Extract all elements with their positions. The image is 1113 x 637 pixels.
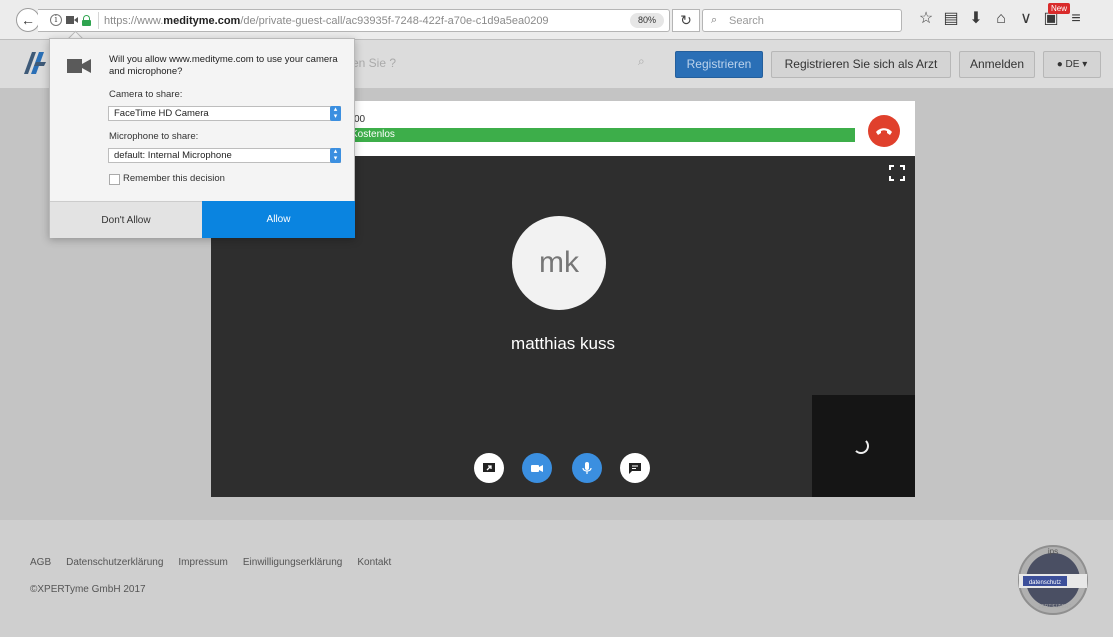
url-text[interactable]: https://www.medityme.com/de/private-gues… [104, 15, 549, 27]
microphone-icon [582, 462, 592, 474]
call-plan-bar: Kostenlos [343, 128, 855, 142]
url-bar[interactable]: i https://www.medityme.com/de/private-gu… [38, 9, 670, 32]
camera-permission-icon[interactable] [66, 16, 78, 24]
login-button[interactable]: Anmelden [959, 51, 1035, 78]
self-view [812, 395, 915, 497]
search-icon: ⌕ [711, 14, 718, 26]
dont-allow-button[interactable]: Don't Allow [50, 201, 202, 238]
footer-links: AGB Datenschutzerklärung Impressum Einwi… [30, 557, 391, 568]
camera-select-value: FaceTime HD Camera [114, 108, 209, 119]
footer: AGB Datenschutzerklärung Impressum Einwi… [0, 520, 1113, 637]
select-arrows-icon: ▴ ▾ [330, 106, 341, 121]
menu-icon[interactable]: ≡ [1068, 10, 1084, 28]
reading-list-icon[interactable]: ▤ [943, 10, 959, 28]
info-icon[interactable]: i [50, 14, 62, 26]
lock-icon[interactable] [82, 14, 91, 26]
register-button[interactable]: Registrieren [675, 51, 763, 78]
search-bar[interactable]: ⌕ Search [702, 9, 902, 32]
camera-select[interactable]: FaceTime HD Camera ▴ ▾ [108, 106, 341, 121]
hangup-button[interactable] [868, 115, 900, 147]
footer-link-imprint[interactable]: Impressum [178, 557, 227, 568]
mic-select-value: default: Internal Microphone [114, 150, 232, 161]
language-selector[interactable]: ● DE ▾ [1043, 51, 1101, 78]
permission-dialog: Will you allow www.medityme.com to use y… [49, 38, 355, 238]
search-placeholder: Search [729, 15, 764, 27]
url-separator [98, 12, 99, 29]
camera-icon [67, 59, 91, 73]
browser-toolbar: ← i https://www.medityme.com/de/private-… [0, 0, 1113, 40]
fullscreen-icon[interactable] [889, 165, 905, 181]
allow-button[interactable]: Allow [202, 201, 355, 238]
caller-name: matthias kuss [511, 334, 615, 353]
video-camera-icon [531, 465, 543, 472]
footer-link-agb[interactable]: AGB [30, 557, 51, 568]
site-identity[interactable]: i [50, 14, 91, 26]
chat-icon [629, 463, 641, 474]
privacy-seal-icon[interactable]: ips datenschutz ZERTIFIZIERT [1017, 542, 1089, 618]
camera-toggle-button[interactable] [522, 453, 552, 483]
phone-hangup-icon [876, 128, 892, 135]
reload-icon: ↻ [680, 12, 692, 28]
caller-avatar: mk [512, 216, 606, 310]
back-arrow-icon: ← [21, 12, 35, 28]
logo-icon[interactable] [22, 48, 48, 76]
footer-link-contact[interactable]: Kontakt [357, 557, 391, 568]
seal-bottom-text: ZERTIFIZIERT [1038, 604, 1071, 610]
reload-button[interactable]: ↻ [672, 9, 700, 32]
pocket-icon[interactable]: ∨ [1018, 10, 1034, 28]
remember-checkbox[interactable] [109, 174, 120, 185]
camera-select-label: Camera to share: [109, 89, 183, 100]
loading-spinner-icon [853, 438, 869, 454]
new-badge: New [1048, 3, 1071, 14]
seal-band-text: datenschutz [1029, 580, 1061, 586]
register-doctor-button[interactable]: Registrieren Sie sich als Arzt [771, 51, 951, 78]
mic-select-label: Microphone to share: [109, 131, 199, 142]
footer-link-consent[interactable]: Einwilligungserklärung [243, 557, 343, 568]
chat-button[interactable] [620, 453, 650, 483]
microphone-select[interactable]: default: Internal Microphone ▴ ▾ [108, 148, 341, 163]
remember-label[interactable]: Remember this decision [123, 173, 225, 184]
back-button[interactable]: ← [16, 8, 40, 32]
home-icon[interactable]: ⌂ [993, 10, 1009, 28]
site-search-icon[interactable]: ⌕ [638, 54, 645, 69]
permission-question: Will you allow www.medityme.com to use y… [109, 54, 338, 77]
select-arrows-icon: ▴ ▾ [330, 148, 341, 163]
microphone-toggle-button[interactable] [572, 453, 602, 483]
screen-share-icon [483, 463, 495, 472]
site-search-input[interactable]: en Sie ? [352, 56, 396, 70]
seal-top-text: ips [1048, 547, 1058, 556]
call-timer: 00 [354, 114, 366, 125]
url-domain: medityme.com [163, 15, 241, 27]
footer-link-privacy[interactable]: Datenschutzerklärung [66, 557, 163, 568]
star-icon[interactable]: ☆ [918, 10, 934, 28]
download-icon[interactable]: ⬇ [968, 10, 984, 28]
screen-share-button[interactable] [474, 453, 504, 483]
zoom-indicator[interactable]: 80% [630, 13, 664, 28]
copyright: ©XPERTyme GmbH 2017 [30, 584, 146, 595]
url-prefix: https://www. [104, 15, 164, 27]
url-path: /de/private-guest-call/ac93935f-7248-422… [240, 15, 549, 27]
